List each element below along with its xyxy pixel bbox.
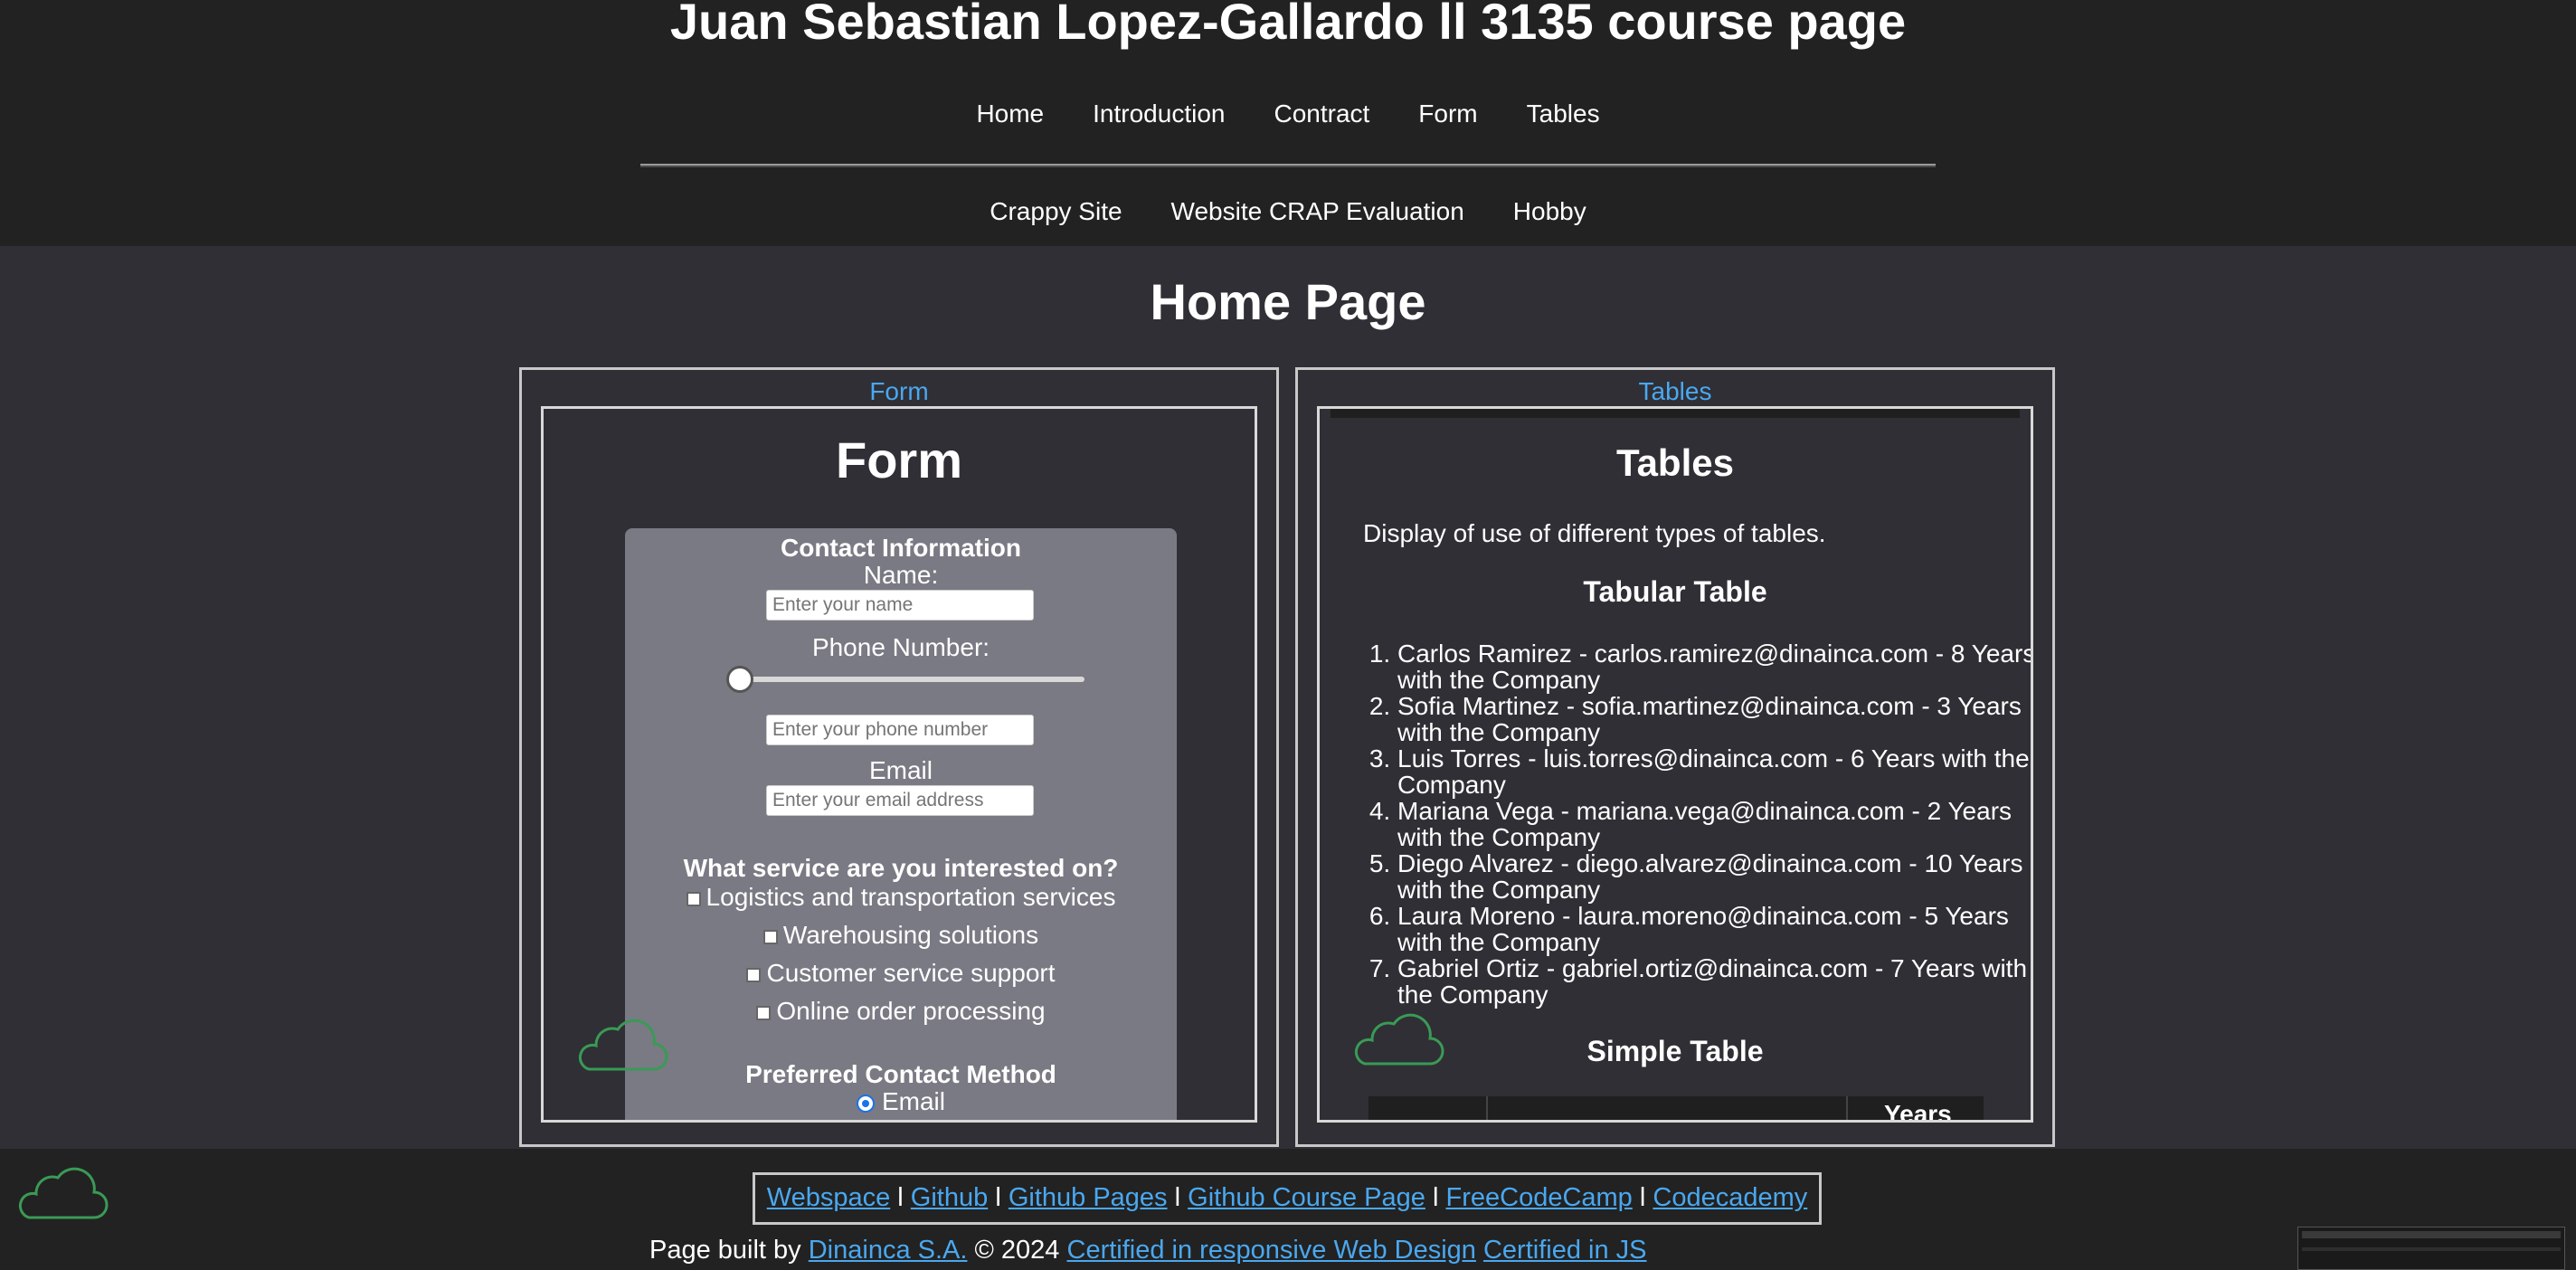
link-cert-js[interactable]: Certified in JS [1483, 1236, 1647, 1265]
separator: l [1639, 1183, 1646, 1212]
copyright: © 2024 [974, 1236, 1060, 1265]
list-item: Sofia Martinez - sofia.martinez@dinainca… [1397, 693, 2031, 745]
contact-method-label: Email [881, 1087, 945, 1115]
separator: l [995, 1183, 1001, 1212]
link-cert-responsive[interactable]: Certified in responsive Web Design [1067, 1236, 1476, 1265]
link-dinainca[interactable]: Dinainca S.A. [809, 1236, 968, 1265]
tables-frame[interactable]: Tables Display of use of different types… [1317, 406, 2033, 1123]
link-github[interactable]: Github [911, 1183, 988, 1212]
nav-tables[interactable]: Tables [1527, 100, 1600, 128]
form-panel: Form Form Contact Information Name: Phon… [519, 367, 1279, 1147]
name-label: Name: [863, 561, 939, 589]
service-option-logistics[interactable]: Logistics and transportation services [625, 883, 1177, 912]
separator: l [1174, 1183, 1181, 1212]
list-item: Luis Torres - luis.torres@dinainca.com -… [1397, 745, 2031, 798]
nav-introduction[interactable]: Introduction [1093, 100, 1225, 128]
phone-slider-track[interactable] [741, 677, 1084, 682]
nav-crappy-site[interactable]: Crappy Site [990, 197, 1122, 226]
link-freecodecamp[interactable]: FreeCodeCamp [1446, 1183, 1633, 1212]
separator: l [1432, 1183, 1439, 1212]
tables-panel: Tables Tables Display of use of differen… [1295, 367, 2055, 1147]
nav-contract[interactable]: Contract [1274, 100, 1369, 128]
list-item: Gabriel Ortiz - gabriel.ortiz@dinainca.c… [1397, 955, 2031, 1008]
phone-input[interactable] [766, 715, 1034, 745]
service-label: Customer service support [766, 959, 1056, 987]
service-heading: What service are you interested on? [683, 854, 1119, 882]
nav-home[interactable]: Home [976, 100, 1044, 128]
tabular-table-heading: Tabular Table [1583, 575, 1767, 608]
simple-table-header: Years [1368, 1096, 1984, 1123]
list-item: Carlos Ramirez - carlos.ramirez@dinainca… [1397, 640, 2031, 693]
site-header: Juan Sebastian Lopez-Gallardo ll 3135 co… [0, 0, 2576, 246]
tables-description: Display of use of different types of tab… [1363, 519, 1826, 547]
radio-button[interactable] [856, 1094, 875, 1113]
thumbnail-bar [2302, 1231, 2561, 1238]
checkbox[interactable] [686, 891, 701, 906]
employee-list: Carlos Ramirez - carlos.ramirez@dinainca… [1368, 640, 2031, 1008]
credits-prefix: Page built by [649, 1236, 801, 1265]
tables-title: Tables [1616, 441, 1734, 484]
service-option-order-processing[interactable]: Online order processing [625, 997, 1177, 1026]
primary-nav: Home Introduction Contract Form Tables [0, 100, 2576, 128]
phone-slider-thumb[interactable] [726, 666, 753, 693]
column-divider [1486, 1096, 1488, 1120]
contact-heading: Contact Information [781, 534, 1021, 562]
form-frame[interactable]: Form Contact Information Name: Phone Num… [541, 406, 1257, 1123]
name-input[interactable] [766, 590, 1034, 621]
contact-method-heading: Preferred Contact Method [745, 1060, 1056, 1088]
nav-hobby[interactable]: Hobby [1513, 197, 1586, 226]
footer-links: Webspace l Github l Github Pages l Githu… [753, 1172, 1822, 1225]
link-codecademy[interactable]: Codecademy [1653, 1183, 1807, 1212]
tables-panel-link[interactable]: Tables [1298, 377, 2052, 406]
site-title: Juan Sebastian Lopez-Gallardo ll 3135 co… [669, 0, 1907, 50]
link-github-pages[interactable]: Github Pages [1009, 1183, 1168, 1212]
service-option-customer-support[interactable]: Customer service support [625, 959, 1177, 988]
nav-crap-evaluation[interactable]: Website CRAP Evaluation [1171, 197, 1464, 226]
separator: l [897, 1183, 904, 1212]
contact-method-email[interactable]: Email [625, 1087, 1177, 1116]
page-title: Home Page [1150, 273, 1426, 330]
service-label: Online order processing [776, 997, 1046, 1025]
credits: Page built by Dinainca S.A. © 2024 Certi… [649, 1236, 1647, 1265]
tables-top-bar [1331, 409, 2020, 418]
link-github-course-page[interactable]: Github Course Page [1188, 1183, 1425, 1212]
nav-form[interactable]: Form [1418, 100, 1477, 128]
form-panel-link[interactable]: Form [522, 377, 1276, 406]
site-footer: Webspace l Github l Github Pages l Githu… [0, 1149, 2576, 1270]
list-item: Laura Moreno - laura.moreno@dinainca.com… [1397, 903, 2031, 955]
service-option-warehousing[interactable]: Warehousing solutions [625, 921, 1177, 950]
cloud-icon [578, 1019, 668, 1071]
secondary-nav: Crappy Site Website CRAP Evaluation Hobby [0, 197, 2576, 226]
service-label: Warehousing solutions [782, 921, 1039, 949]
checkbox[interactable] [746, 967, 762, 982]
contact-form: Contact Information Name: Phone Number: … [625, 528, 1177, 1120]
checkbox[interactable] [762, 929, 778, 944]
email-label: Email [868, 756, 933, 784]
service-label: Logistics and transportation services [706, 883, 1116, 911]
list-item: Diego Alvarez - diego.alvarez@dinainca.c… [1397, 850, 2031, 903]
form-title: Form [836, 431, 962, 488]
column-header-years: Years [1884, 1100, 1952, 1123]
checkbox[interactable] [756, 1005, 772, 1020]
column-divider [1846, 1096, 1848, 1120]
cloud-icon [1354, 1013, 1444, 1066]
screenshot-thumbnail[interactable] [2297, 1227, 2565, 1270]
phone-label: Phone Number: [811, 633, 990, 661]
email-input[interactable] [766, 785, 1034, 816]
thumbnail-bar [2302, 1247, 2561, 1251]
nav-divider [640, 164, 1936, 167]
link-webspace[interactable]: Webspace [767, 1183, 891, 1212]
cloud-icon [18, 1167, 109, 1219]
list-item: Mariana Vega - mariana.vega@dinainca.com… [1397, 798, 2031, 850]
